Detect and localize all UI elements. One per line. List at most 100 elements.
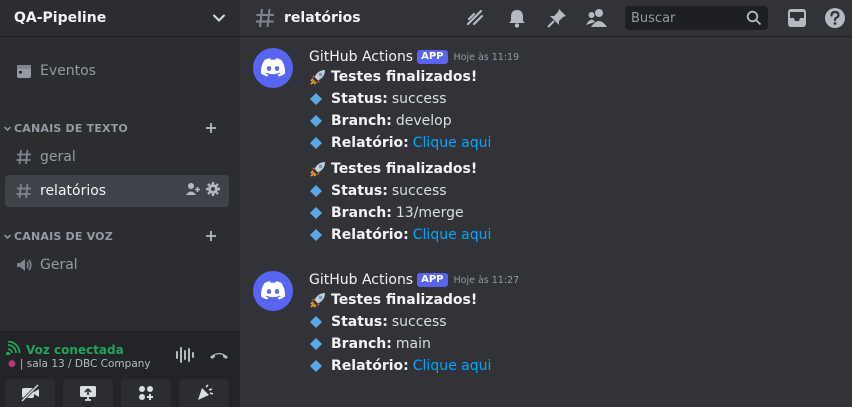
category-text-channels[interactable]: CANAIS DE TEXTO <box>0 119 240 137</box>
connection-dot-icon: ● <box>8 359 16 369</box>
hash-icon <box>254 7 276 29</box>
message-line: Status: success <box>309 88 829 110</box>
diamond-icon <box>309 136 331 150</box>
rocket-icon <box>309 160 331 178</box>
status-value: success <box>391 314 447 330</box>
category-voice-channels[interactable]: CANAIS DE VOZ <box>0 227 240 245</box>
message-line: Status: success <box>309 180 829 202</box>
message-line: Relatório: Clique aqui <box>309 132 829 154</box>
field-label: Relatório: <box>331 227 409 243</box>
sidebar-item-label: geral <box>40 149 76 165</box>
server-header[interactable]: QA-Pipeline <box>0 0 240 37</box>
field-label: Status: <box>331 314 388 330</box>
category-label: CANAIS DE TEXTO <box>14 121 128 135</box>
message-title: Testes finalizados! <box>331 69 478 85</box>
diamond-icon <box>309 184 331 198</box>
branch-value: main <box>395 336 431 352</box>
sidebar-item-events[interactable]: Eventos <box>5 55 229 87</box>
screen-share-button[interactable] <box>63 379 113 407</box>
message-line: Status: success <box>309 311 829 333</box>
chevron-down-icon <box>2 124 13 133</box>
diamond-icon <box>309 228 331 242</box>
branch-value: develop <box>395 113 452 129</box>
diamond-icon <box>309 206 331 220</box>
bell-icon[interactable] <box>505 6 529 30</box>
app-badge: APP <box>417 50 448 64</box>
sidebar-item-relatorios[interactable]: relatórios <box>5 175 229 207</box>
sidebar-item-label: Geral <box>40 257 78 273</box>
search-input[interactable] <box>631 10 743 26</box>
message-title: Testes finalizados! <box>331 161 478 177</box>
calendar-icon <box>14 61 34 81</box>
discord-app: QA-Pipeline Eventos CANAIS DE TEXTO gera… <box>0 0 852 407</box>
hangup-icon[interactable] <box>208 345 230 369</box>
field-label: Branch: <box>331 336 392 352</box>
branch-value: 13/merge <box>395 205 464 221</box>
field-label: Relatório: <box>331 358 409 374</box>
search-bar[interactable] <box>625 6 768 30</box>
field-label: Status: <box>331 91 388 107</box>
hash-icon <box>14 147 34 167</box>
chevron-down-icon <box>2 232 13 241</box>
diamond-icon <box>309 92 331 106</box>
rocket-icon <box>309 291 331 309</box>
sidebar-item-voice-geral[interactable]: Geral <box>5 249 229 281</box>
plus-icon[interactable] <box>204 227 218 245</box>
gear-icon[interactable] <box>205 181 221 201</box>
signal-icon <box>5 340 22 358</box>
report-link[interactable]: Clique aqui <box>413 227 492 243</box>
message-line: Testes finalizados! <box>309 289 829 311</box>
report-link[interactable]: Clique aqui <box>413 358 492 374</box>
sidebar-item-label: relatórios <box>40 183 107 199</box>
threads-icon[interactable] <box>463 6 487 30</box>
inbox-icon[interactable] <box>785 6 809 30</box>
voice-connection-panel: Voz conectada ● | sala 13 / DBC Company <box>0 331 240 407</box>
channel-sidebar: QA-Pipeline Eventos CANAIS DE TEXTO gera… <box>0 0 240 407</box>
avatar[interactable] <box>253 48 293 88</box>
voice-status-label: Voz conectada <box>26 342 124 357</box>
message-author[interactable]: GitHub Actions <box>309 49 413 65</box>
message-line: Branch: 13/merge <box>309 202 829 224</box>
message-line: Testes finalizados! <box>309 66 829 88</box>
sidebar-item-label: Eventos <box>40 63 96 79</box>
plus-icon[interactable] <box>204 119 218 137</box>
avatar[interactable] <box>253 271 293 311</box>
report-link[interactable]: Clique aqui <box>413 135 492 151</box>
soundwave-icon[interactable] <box>174 345 194 369</box>
search-icon[interactable] <box>746 10 762 26</box>
diamond-icon <box>309 359 331 373</box>
camera-toggle-button[interactable] <box>5 379 55 407</box>
soundboard-button[interactable] <box>179 379 229 407</box>
speaker-icon <box>14 255 34 275</box>
message-line: Branch: develop <box>309 110 829 132</box>
voice-status[interactable]: Voz conectada <box>5 340 124 358</box>
members-icon[interactable] <box>585 6 609 30</box>
diamond-icon <box>309 315 331 329</box>
sidebar-item-geral[interactable]: geral <box>5 141 229 173</box>
message-title: Testes finalizados! <box>331 292 478 308</box>
status-value: success <box>391 183 447 199</box>
field-label: Relatório: <box>331 135 409 151</box>
app-badge: APP <box>417 273 448 287</box>
message-line: Branch: main <box>309 333 829 355</box>
activities-button[interactable] <box>121 379 171 407</box>
voice-channel-detail: | sala 13 / DBC Company <box>19 358 151 370</box>
message-line: Testes finalizados! <box>309 158 829 180</box>
discord-logo-icon <box>260 281 286 300</box>
diamond-icon <box>309 337 331 351</box>
voice-channel-info[interactable]: ● | sala 13 / DBC Company <box>8 358 151 370</box>
screen-share-icon <box>78 384 98 406</box>
field-label: Branch: <box>331 113 392 129</box>
activities-icon <box>136 384 156 406</box>
help-icon[interactable] <box>823 6 847 30</box>
field-label: Branch: <box>331 205 392 221</box>
hash-icon <box>14 181 34 201</box>
discord-logo-icon <box>260 58 286 77</box>
add-member-icon[interactable] <box>185 181 201 201</box>
message-timestamp: Hoje às 11:19 <box>453 51 520 63</box>
message-author[interactable]: GitHub Actions <box>309 272 413 288</box>
chevron-down-icon <box>212 11 226 25</box>
diamond-icon <box>309 114 331 128</box>
pin-icon[interactable] <box>545 6 569 30</box>
message-timestamp: Hoje às 11:27 <box>453 274 520 286</box>
